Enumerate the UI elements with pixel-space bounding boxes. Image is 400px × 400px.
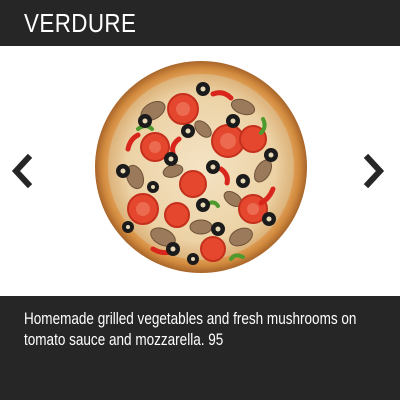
image-carousel [0,46,400,296]
product-title: VERDURE [24,8,137,38]
product-description: Homemade grilled vegetables and fresh mu… [24,310,357,349]
chevron-right-icon [363,153,385,189]
previous-button[interactable] [10,153,34,189]
product-card: VERDURE Homemade grilled vegetables and … [0,0,400,400]
description-bar: Homemade grilled vegetables and fresh mu… [0,296,400,400]
header-bar: VERDURE [0,0,400,46]
pizza-image [95,61,307,273]
next-button[interactable] [362,153,386,189]
chevron-left-icon [11,153,33,189]
